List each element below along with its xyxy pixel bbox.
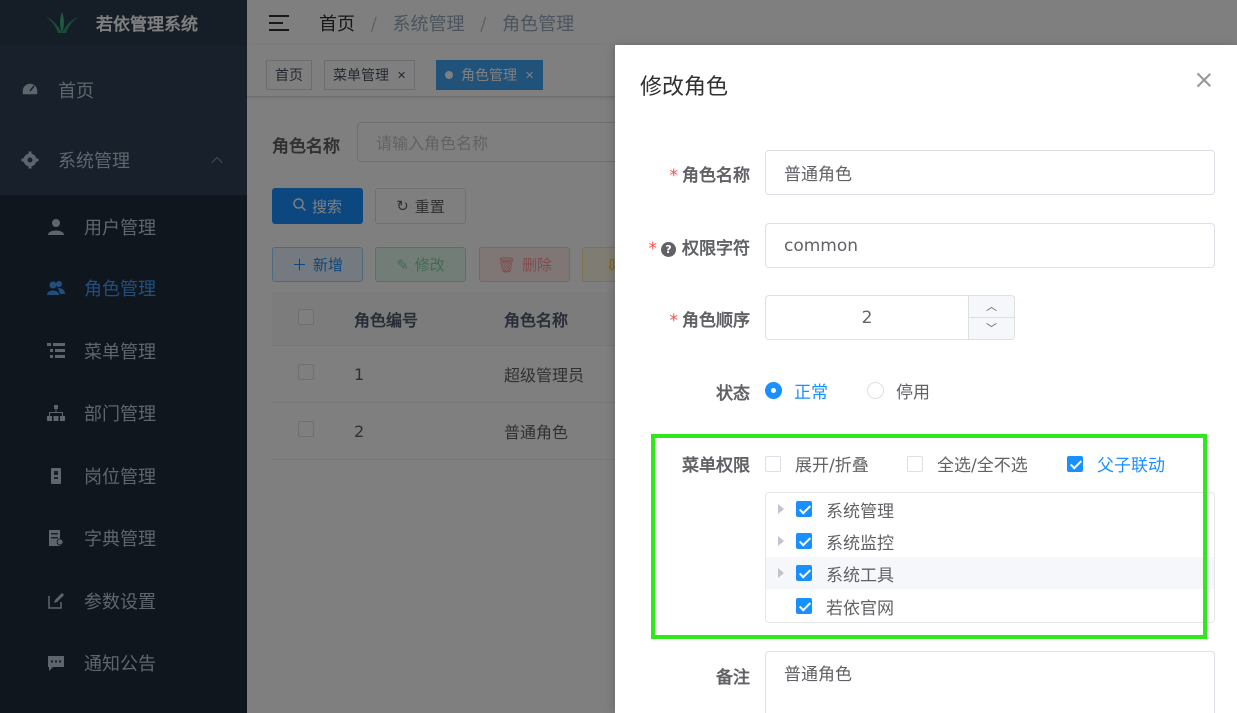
status-option-label: 停用 — [896, 383, 930, 403]
close-icon[interactable] — [1197, 73, 1211, 87]
status-radio-normal[interactable]: 正常 — [765, 378, 828, 403]
required-asterisk: * — [648, 239, 658, 259]
status-label: 状态 — [716, 384, 750, 404]
status-radio-disabled[interactable]: 停用 — [867, 378, 930, 403]
remark-textarea[interactable]: 普通角色 — [765, 651, 1215, 713]
required-asterisk: * — [669, 311, 679, 331]
radio-unchecked — [867, 382, 884, 399]
required-asterisk: * — [669, 166, 679, 186]
perm-key-input[interactable]: common — [765, 223, 1215, 268]
role-order-value: 2 — [861, 307, 873, 328]
stepper-up-icon[interactable]: ︿ — [968, 296, 1014, 318]
stepper-down-icon[interactable]: ﹀ — [968, 317, 1014, 339]
question-icon[interactable]: ? — [661, 242, 676, 257]
perm-key-label: *? 权限字符 — [649, 234, 751, 259]
role-name-value: 普通角色 — [784, 165, 852, 185]
role-order-stepper[interactable]: 2 ︿ ﹀ — [765, 295, 1015, 340]
drawer-title: 修改角色 — [640, 75, 729, 100]
perm-key-value: common — [784, 235, 859, 256]
role-name-label-text: 角色名称 — [682, 166, 750, 186]
highlight-box — [651, 434, 1207, 639]
role-name-input[interactable]: 普通角色 — [765, 150, 1215, 195]
status-option-label: 正常 — [794, 383, 828, 403]
remark-label: 备注 — [716, 668, 750, 688]
perm-key-label-text: 权限字符 — [682, 239, 750, 259]
role-order-label: * 角色顺序 — [670, 306, 751, 331]
edit-role-drawer: 修改角色 * 角色名称 普通角色 *? 权限字符 common * 角色顺序 2 ︿ … — [615, 45, 1237, 713]
radio-checked — [765, 382, 782, 399]
role-order-label-text: 角色顺序 — [682, 311, 750, 331]
role-name-label: * 角色名称 — [670, 161, 751, 186]
remark-value: 普通角色 — [784, 665, 852, 685]
